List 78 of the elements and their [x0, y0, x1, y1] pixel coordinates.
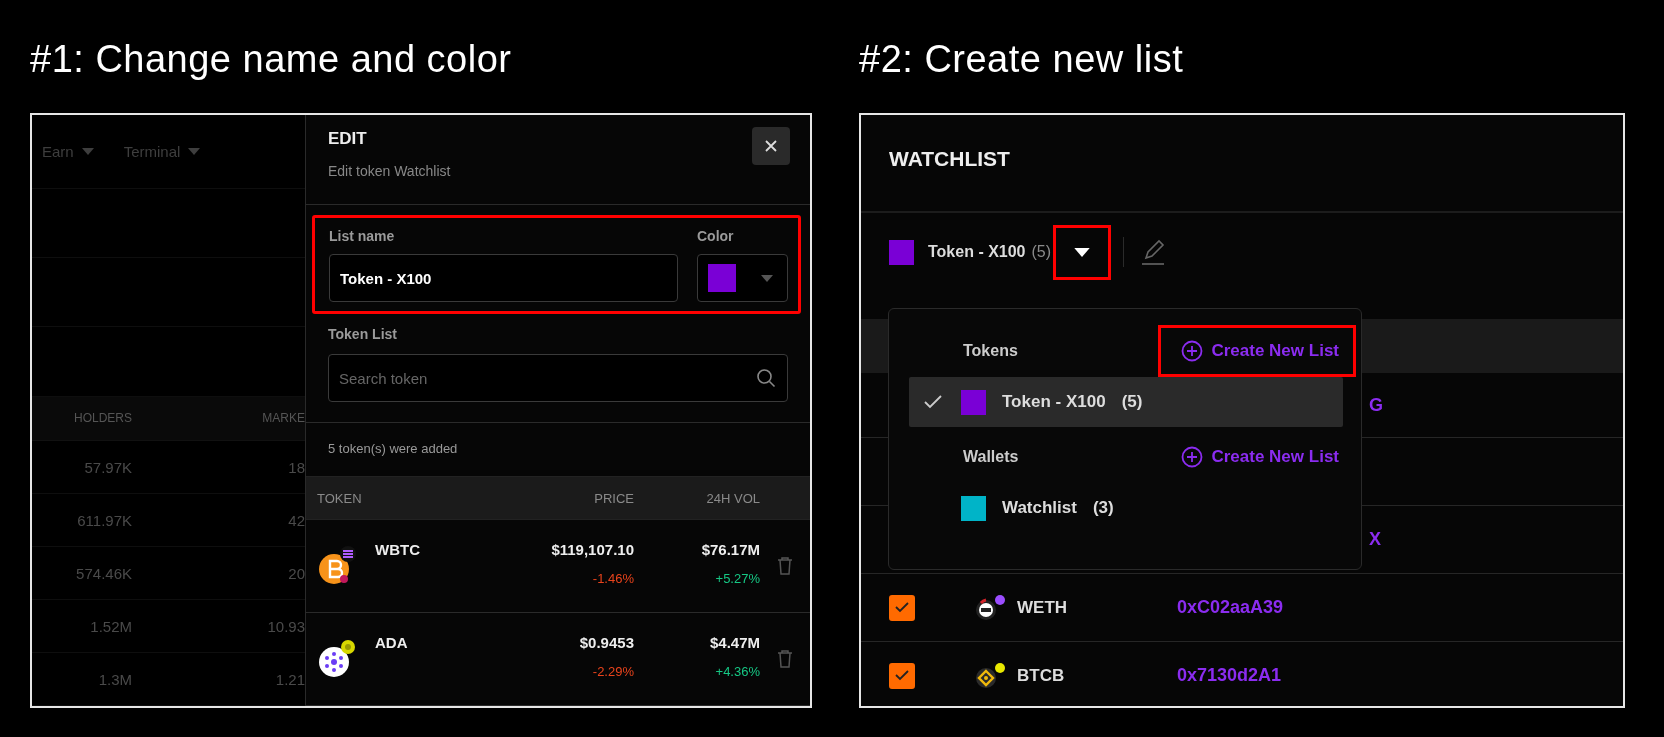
nav-menu[interactable]: Terminal [123, 143, 201, 161]
table-cell-text: 10.93 [266, 617, 305, 635]
coin-icon [973, 593, 1007, 622]
list-count: (5) [1031, 243, 1052, 261]
added-count-note: 5 token(s) were added [327, 440, 459, 458]
price-change: -2.29% [592, 664, 634, 679]
close-icon [764, 139, 778, 153]
panel-subtitle: Edit token Watchlist [328, 163, 451, 179]
list-name: Token - X100 [1002, 392, 1106, 412]
token-address: X [1369, 529, 1381, 550]
list-option[interactable]: Token - X100 (5) [909, 377, 1343, 427]
color-select[interactable] [697, 254, 788, 303]
list-option[interactable]: Watchlist (3) [909, 483, 1343, 533]
token-symbol: WETH [1017, 597, 1069, 618]
list-count: (5) [1121, 392, 1143, 412]
list-name-field[interactable]: Token - X100 [329, 254, 678, 303]
token-price: $119,107.10 [551, 541, 634, 558]
column-header: MARKE [261, 411, 305, 426]
create-list-button[interactable]: Create New List [1158, 325, 1356, 377]
check-icon [924, 395, 942, 409]
example-caption: #2: Create new list [859, 38, 1185, 81]
column-header: 24H VOL [706, 490, 760, 506]
caret-icon [761, 274, 773, 282]
close-button[interactable] [752, 127, 790, 165]
caret-icon [81, 148, 94, 156]
coin-icon [317, 546, 357, 586]
table-cell-text: 1.21 [274, 670, 305, 688]
column-header: TOKEN [317, 490, 362, 506]
check-icon [895, 670, 909, 681]
plus-circle-icon [1181, 340, 1204, 362]
section-title: WATCHLIST [889, 147, 1010, 170]
caret-icon [1074, 247, 1091, 257]
search-field[interactable]: Search token [328, 354, 788, 403]
check-icon [895, 602, 909, 613]
group-heading: Wallets [963, 448, 1019, 466]
create-list-button[interactable]: Create New List [1158, 431, 1356, 483]
panel-title: EDIT [328, 129, 367, 149]
token-volume: $76.17M [701, 541, 760, 558]
table-cell-text: 42 [287, 511, 305, 529]
price-change: -1.46% [592, 571, 634, 586]
table-cell-text: 611.97K [76, 511, 132, 529]
coin-icon [317, 639, 357, 679]
column-header: PRICE [594, 490, 634, 506]
list-name: Watchlist [1002, 498, 1077, 518]
coin-icon [973, 661, 1007, 690]
volume-change: +4.36% [715, 664, 760, 679]
trash-icon[interactable] [777, 557, 793, 575]
token-symbol: BTCB [1017, 665, 1066, 686]
group-heading: Tokens [963, 342, 1018, 360]
table-cell-text: 20 [287, 564, 305, 582]
field-label: List name [329, 228, 395, 245]
list-name: Token - X100 [928, 243, 1026, 261]
token-price: $0.9453 [579, 634, 634, 651]
table-cell-text: 57.97K [83, 458, 132, 476]
table-cell-text: 1.3M [97, 670, 132, 688]
example-caption: #1: Change name and color [30, 38, 513, 81]
token-address[interactable]: 0xC02aaA39 [1177, 597, 1284, 618]
token-volume: $4.47M [709, 634, 760, 651]
checkbox[interactable] [889, 662, 915, 689]
field-label: Token List [328, 326, 397, 343]
token-address: G [1369, 394, 1383, 416]
nav-menu[interactable]: Earn [42, 143, 94, 161]
dropdown-button[interactable] [1053, 224, 1112, 280]
token-symbol: ADA [375, 634, 408, 651]
search-icon [756, 368, 776, 389]
trash-icon[interactable] [777, 650, 793, 668]
volume-change: +5.27% [715, 571, 760, 586]
table-cell-text: 18 [287, 458, 305, 476]
checkbox[interactable] [889, 594, 915, 621]
caret-icon [188, 148, 201, 156]
plus-circle-icon [1181, 446, 1204, 468]
table-cell-text: 1.52M [89, 617, 132, 635]
table-cell-text: 574.46K [75, 564, 132, 582]
token-symbol: WBTC [375, 541, 420, 558]
column-header: HOLDERS [73, 411, 132, 426]
field-label: Color [697, 228, 734, 245]
token-address[interactable]: 0x7130d2A1 [1177, 665, 1282, 686]
list-count: (3) [1092, 498, 1114, 518]
